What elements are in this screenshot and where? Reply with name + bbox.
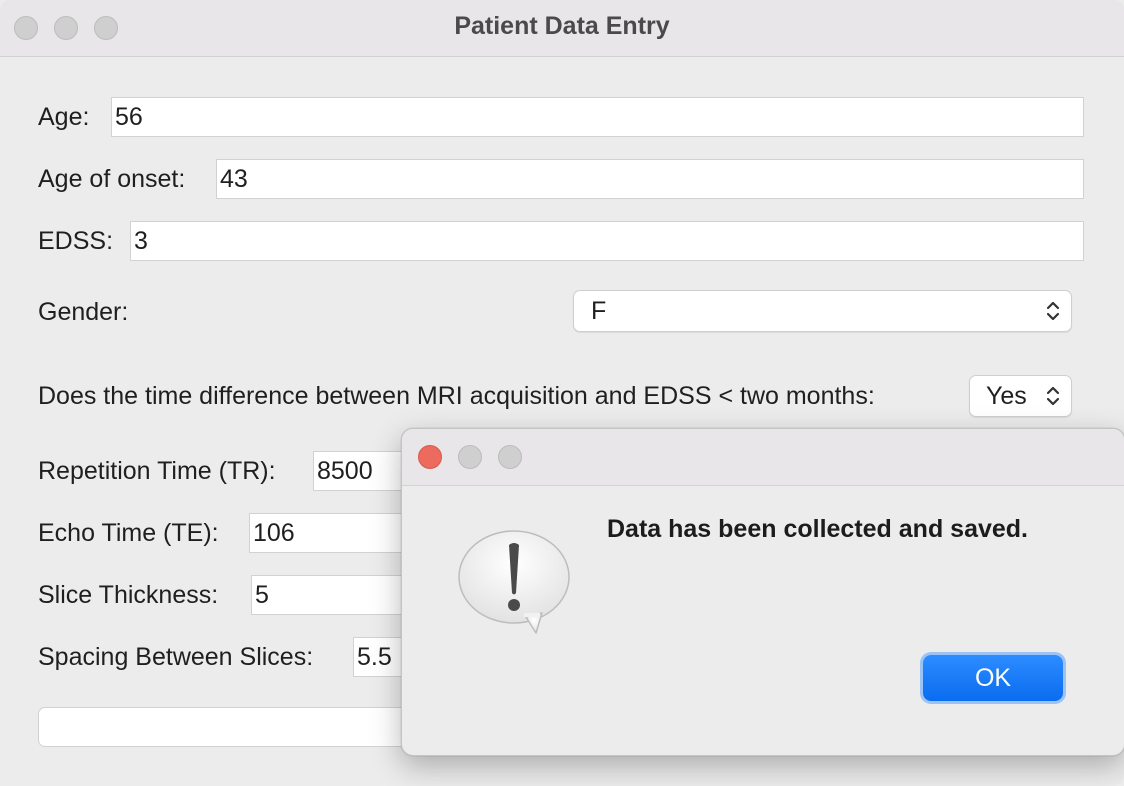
gender-label: Gender: xyxy=(38,298,129,326)
dialog-titlebar xyxy=(402,429,1124,486)
chevron-updown-icon xyxy=(1046,386,1060,406)
dialog-close-button[interactable] xyxy=(418,445,442,469)
dialog-message: Data has been collected and saved. xyxy=(607,515,1028,543)
ok-button[interactable]: OK xyxy=(923,655,1063,701)
age-of-onset-label: Age of onset: xyxy=(38,165,186,193)
time-difference-label: Does the time difference between MRI acq… xyxy=(38,382,875,410)
slice-thickness-label: Slice Thickness: xyxy=(38,581,219,609)
edss-field[interactable]: 3 xyxy=(130,221,1084,261)
spacing-between-slices-label: Spacing Between Slices: xyxy=(38,643,314,671)
chevron-updown-icon xyxy=(1046,301,1060,321)
time-difference-select[interactable]: Yes xyxy=(969,375,1072,417)
repetition-time-label: Repetition Time (TR): xyxy=(38,457,276,485)
alert-dialog: Data has been collected and saved. OK xyxy=(401,428,1124,756)
dialog-minimize-button[interactable] xyxy=(458,445,482,469)
age-of-onset-field[interactable]: 43 xyxy=(216,159,1084,199)
age-field[interactable]: 56 xyxy=(111,97,1084,137)
window-titlebar: Patient Data Entry xyxy=(0,0,1124,57)
dialog-zoom-button[interactable] xyxy=(498,445,522,469)
submit-button[interactable] xyxy=(38,707,438,747)
time-difference-select-value: Yes xyxy=(986,382,1027,410)
main-window: Patient Data Entry Age: 56 Age of onset:… xyxy=(0,0,1124,786)
gender-select[interactable]: F xyxy=(573,290,1072,332)
edss-label: EDSS: xyxy=(38,227,114,255)
age-label: Age: xyxy=(38,103,90,131)
gender-select-value: F xyxy=(591,297,607,325)
echo-time-label: Echo Time (TE): xyxy=(38,519,219,547)
alert-exclamation-icon xyxy=(458,530,570,634)
window-title: Patient Data Entry xyxy=(454,12,670,40)
